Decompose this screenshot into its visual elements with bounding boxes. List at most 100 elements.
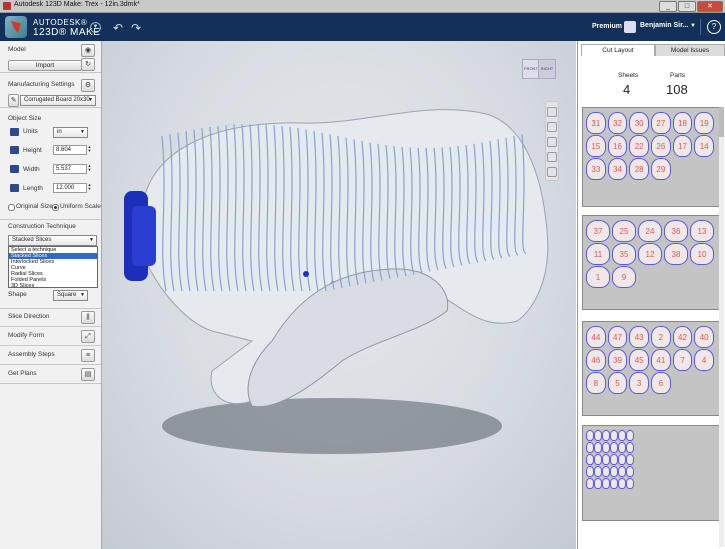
slice-direction-icon[interactable]: ⫼	[81, 311, 95, 324]
height-field[interactable]: 8.604	[53, 145, 87, 155]
height-stepper[interactable]: ▲ ▼	[87, 145, 92, 154]
minimize-button[interactable]: _	[659, 1, 677, 12]
import-button[interactable]: Import	[8, 60, 82, 71]
header-divider	[700, 19, 701, 35]
sheet-thumbnail-4[interactable]	[582, 425, 720, 521]
sheet-thumbnail-2[interactable]: 37 25 24 36 13 11 35 12 38 10 1 9	[582, 215, 720, 310]
shape-select[interactable]: Square ▼	[53, 290, 88, 301]
length-field[interactable]: 12.000	[53, 183, 87, 193]
eye-icon[interactable]: ◉	[81, 44, 95, 57]
cut-part: 15	[586, 135, 606, 157]
cut-part: 45	[629, 349, 649, 371]
user-avatar-icon[interactable]	[624, 21, 636, 33]
material-value: Corrugated Board 20x30	[24, 97, 90, 103]
view-cube-right[interactable]: RIGHT	[538, 59, 556, 79]
modify-form-row[interactable]: Modify Form ⤢	[0, 327, 101, 346]
orbit-icon[interactable]	[547, 107, 557, 117]
modify-form-icon[interactable]: ⤢	[81, 330, 95, 343]
units-select[interactable]: in ▼	[53, 127, 88, 138]
sheets-label: Sheets	[618, 72, 639, 79]
tab-cut-layout[interactable]: Cut Layout	[581, 44, 655, 56]
width-stepper[interactable]: ▲ ▼	[87, 164, 92, 173]
cut-part	[594, 454, 602, 465]
fit-icon[interactable]	[547, 152, 557, 162]
cut-part-number: 32	[613, 119, 622, 128]
left-panel: Model ◉ Import ↻ Manufacturing Settings …	[0, 41, 102, 549]
sheet-thumbnail-1[interactable]: 31 32 30 27 18 19 15 16 22 26 17 14 33 34 28 29	[582, 107, 720, 207]
get-plans-row[interactable]: Get Plans ▤	[0, 365, 101, 384]
app-header: AUTODESK® 123D® MAKE ▼ ↶ ↷ Premium Benja…	[0, 13, 725, 41]
redo-icon[interactable]: ↷	[131, 21, 141, 35]
window-titlebar: Autodesk 123D Make: Trex - 12in.3dmk* _ …	[0, 0, 725, 13]
cut-part	[618, 478, 626, 489]
tab-model-issues[interactable]: Model Issues	[655, 44, 725, 56]
length-label: Length	[23, 185, 43, 192]
manufacturing-section: Manufacturing Settings ⚙ ✎ Corrugated Bo…	[0, 73, 101, 108]
cut-part: 25	[612, 220, 636, 242]
maximize-button[interactable]: □	[678, 1, 696, 12]
cut-part	[594, 466, 602, 477]
original-size-radio[interactable]	[8, 204, 15, 211]
right-scrollbar[interactable]	[719, 107, 724, 547]
cut-part: 47	[607, 326, 628, 348]
view-cube[interactable]: FRONT RIGHT	[520, 57, 556, 79]
cut-part	[626, 478, 634, 489]
length-stepper[interactable]: ▲ ▼	[87, 183, 92, 192]
uniform-scale-radio[interactable]	[52, 204, 59, 211]
cut-part-number: 33	[591, 165, 601, 174]
navigation-bar	[545, 101, 559, 181]
refresh-icon[interactable]: ↻	[81, 58, 95, 71]
cut-part	[610, 430, 618, 441]
cut-part: 32	[607, 112, 628, 134]
cut-part: 29	[651, 158, 671, 180]
cut-part: 38	[664, 243, 688, 265]
cut-part: 11	[586, 243, 610, 265]
uniform-scale-label: Uniform Scale	[60, 203, 101, 210]
cut-part: 40	[694, 326, 714, 348]
cut-part: 31	[586, 112, 606, 134]
cut-part: 44	[586, 326, 606, 348]
pan-icon[interactable]	[547, 122, 557, 132]
technique-select[interactable]: Stacked Slices ▼	[8, 235, 97, 246]
3d-viewport[interactable]: FRONT RIGHT	[102, 41, 576, 549]
cut-part: 22	[629, 135, 649, 157]
scrollbar-thumb[interactable]	[719, 107, 724, 137]
object-size-header: Object Size	[8, 115, 42, 122]
cut-part: 24	[638, 220, 662, 242]
units-label: Units	[23, 128, 38, 135]
cut-part: 39	[607, 349, 628, 371]
premium-label[interactable]: Premium	[592, 23, 622, 30]
user-name[interactable]: Benjamin Sir...	[640, 22, 688, 29]
close-button[interactable]: ✕	[697, 1, 723, 12]
original-size-label: Original Size	[16, 203, 53, 210]
cut-part: 36	[664, 220, 688, 242]
cut-part-number: 41	[656, 356, 666, 365]
get-plans-icon[interactable]: ▤	[81, 368, 95, 381]
cut-part-number: 31	[591, 119, 601, 128]
modify-form-label: Modify Form	[8, 332, 45, 339]
home-icon[interactable]	[547, 167, 557, 177]
assembly-steps-icon[interactable]: ≡	[81, 349, 95, 362]
help-icon[interactable]: ?	[707, 20, 721, 34]
sheet-thumbnail-3[interactable]: 44 47 43 2 42 40 46 39 45 41 7 4 8 5 3 6	[582, 321, 720, 416]
pencil-icon[interactable]: ✎	[8, 94, 19, 107]
chevron-down-icon: ▼	[80, 129, 85, 135]
zoom-icon[interactable]	[547, 137, 557, 147]
material-select[interactable]: Corrugated Board 20x30 ▼	[20, 95, 96, 106]
trex-model[interactable]	[102, 41, 576, 549]
assembly-steps-row[interactable]: Assembly Steps ≡	[0, 346, 101, 365]
cut-part-number: 26	[656, 142, 666, 151]
width-field[interactable]: 5.537	[53, 164, 87, 174]
slice-direction-label: Slice Direction	[8, 313, 50, 320]
user-menu-chevron-icon[interactable]: ▼	[690, 23, 696, 29]
cut-part-number: 37	[593, 227, 603, 236]
technique-option[interactable]: 3D Slices	[9, 283, 97, 289]
app-menu-chevron-icon[interactable]: ▼	[90, 22, 101, 33]
gear-icon[interactable]: ⚙	[81, 79, 95, 92]
cut-part-number: 19	[699, 119, 709, 128]
cut-part-number: 27	[656, 119, 666, 128]
technique-value: Stacked Slices	[12, 237, 52, 243]
slice-direction-row[interactable]: Slice Direction ⫼	[0, 308, 101, 327]
cut-part-number: 16	[613, 142, 622, 151]
undo-icon[interactable]: ↶	[113, 21, 123, 35]
